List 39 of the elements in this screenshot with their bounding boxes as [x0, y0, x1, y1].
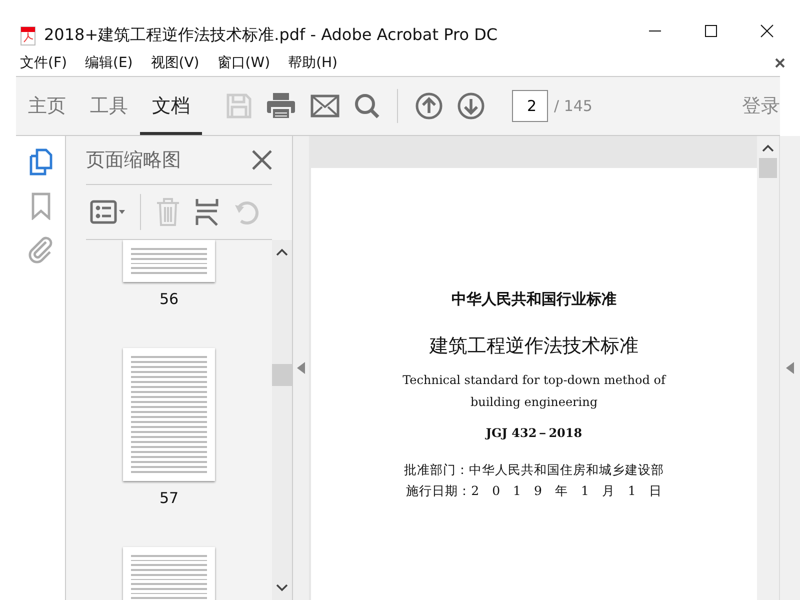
document-text: 施行日期：2 0 1 9 年 1 月 1 日	[406, 483, 662, 500]
expand-panel-icon[interactable]	[786, 362, 794, 374]
close-icon[interactable]	[774, 57, 786, 69]
page-thumbnail[interactable]	[123, 240, 215, 282]
pages-icon	[28, 148, 54, 176]
document-text: building engineering	[470, 395, 598, 409]
options-icon[interactable]	[90, 200, 126, 224]
scroll-up-icon[interactable]	[762, 144, 774, 152]
scroll-up-icon[interactable]	[276, 248, 288, 256]
close-icon[interactable]	[760, 24, 774, 38]
page-thumbnail[interactable]	[123, 547, 215, 600]
document-text: 中华人民共和国行业标准	[452, 290, 616, 309]
panel-title: 页面缩略图	[86, 148, 182, 173]
paperclip-icon	[28, 236, 54, 264]
scroll-down-icon[interactable]	[276, 584, 288, 592]
page-number-label: 57	[159, 489, 179, 507]
document-text: 批准部门：中华人民共和国住房和城乡建设部	[404, 462, 664, 479]
menu-item[interactable]: 视图(V)	[150, 54, 200, 72]
document-text: Technical standard for top-down method of	[402, 373, 666, 387]
page-total: / 145	[554, 97, 592, 115]
nav-tab[interactable]: 主页	[16, 77, 78, 135]
split-page-icon[interactable]	[195, 197, 219, 227]
scrollbar-thumb[interactable]	[272, 364, 292, 386]
pdf-file-icon	[20, 26, 36, 46]
window-title: 2018+建筑工程逆作法技术标准.pdf - Adobe Acrobat Pro DC	[44, 25, 499, 46]
menu-item[interactable]: 帮助(H)	[288, 54, 338, 72]
page-thumbnail[interactable]	[123, 348, 215, 481]
collapse-left-icon[interactable]	[297, 362, 305, 374]
scrollbar-thumb[interactable]	[759, 158, 777, 178]
nav-tab[interactable]: 工具	[78, 77, 140, 135]
document-text: JGJ 432－2018	[486, 425, 582, 442]
menu-item[interactable]: 编辑(E)	[84, 54, 133, 72]
bookmark-icon	[30, 192, 50, 220]
document-text: 建筑工程逆作法技术标准	[430, 334, 638, 359]
menu-item[interactable]: 窗口(W)	[217, 54, 270, 72]
menu-item[interactable]: 文件(F)	[20, 54, 67, 72]
page-number-label: 56	[159, 290, 179, 308]
page-number-field[interactable]: 2	[512, 90, 548, 122]
maximize-icon[interactable]	[704, 24, 718, 38]
